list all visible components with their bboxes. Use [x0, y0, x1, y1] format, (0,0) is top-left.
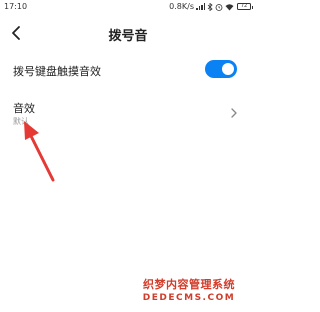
- watermark-domain: DEDECMS.COM: [142, 293, 236, 303]
- toggle-knob: [222, 63, 234, 75]
- battery-icon: 72: [237, 3, 253, 10]
- status-bar: 17:10 0.8K/s 72: [0, 0, 256, 14]
- touch-sound-label: 拨号键盘触摸音效: [13, 65, 101, 78]
- chevron-right-icon: [231, 108, 237, 118]
- page-title: 拨号音: [108, 29, 148, 44]
- status-icons: 0.8K/s 72: [169, 2, 253, 11]
- signal-icon: [196, 3, 205, 10]
- alarm-icon: [215, 3, 223, 11]
- watermark: 织梦内容管理系统 DEDECMS.COM: [134, 276, 244, 303]
- watermark-title: 织梦内容管理系统: [143, 278, 235, 291]
- touch-sound-row[interactable]: 拨号键盘触摸音效: [0, 56, 256, 86]
- wifi-icon: [225, 3, 234, 10]
- sound-effect-label: 音效: [13, 102, 35, 115]
- network-speed: 0.8K/s: [169, 2, 194, 11]
- touch-sound-toggle[interactable]: [205, 60, 237, 78]
- header: 拨号音: [0, 14, 256, 52]
- annotation-arrow-icon: [24, 121, 55, 182]
- status-time: 17:10: [4, 2, 28, 11]
- bluetooth-icon: [207, 2, 213, 11]
